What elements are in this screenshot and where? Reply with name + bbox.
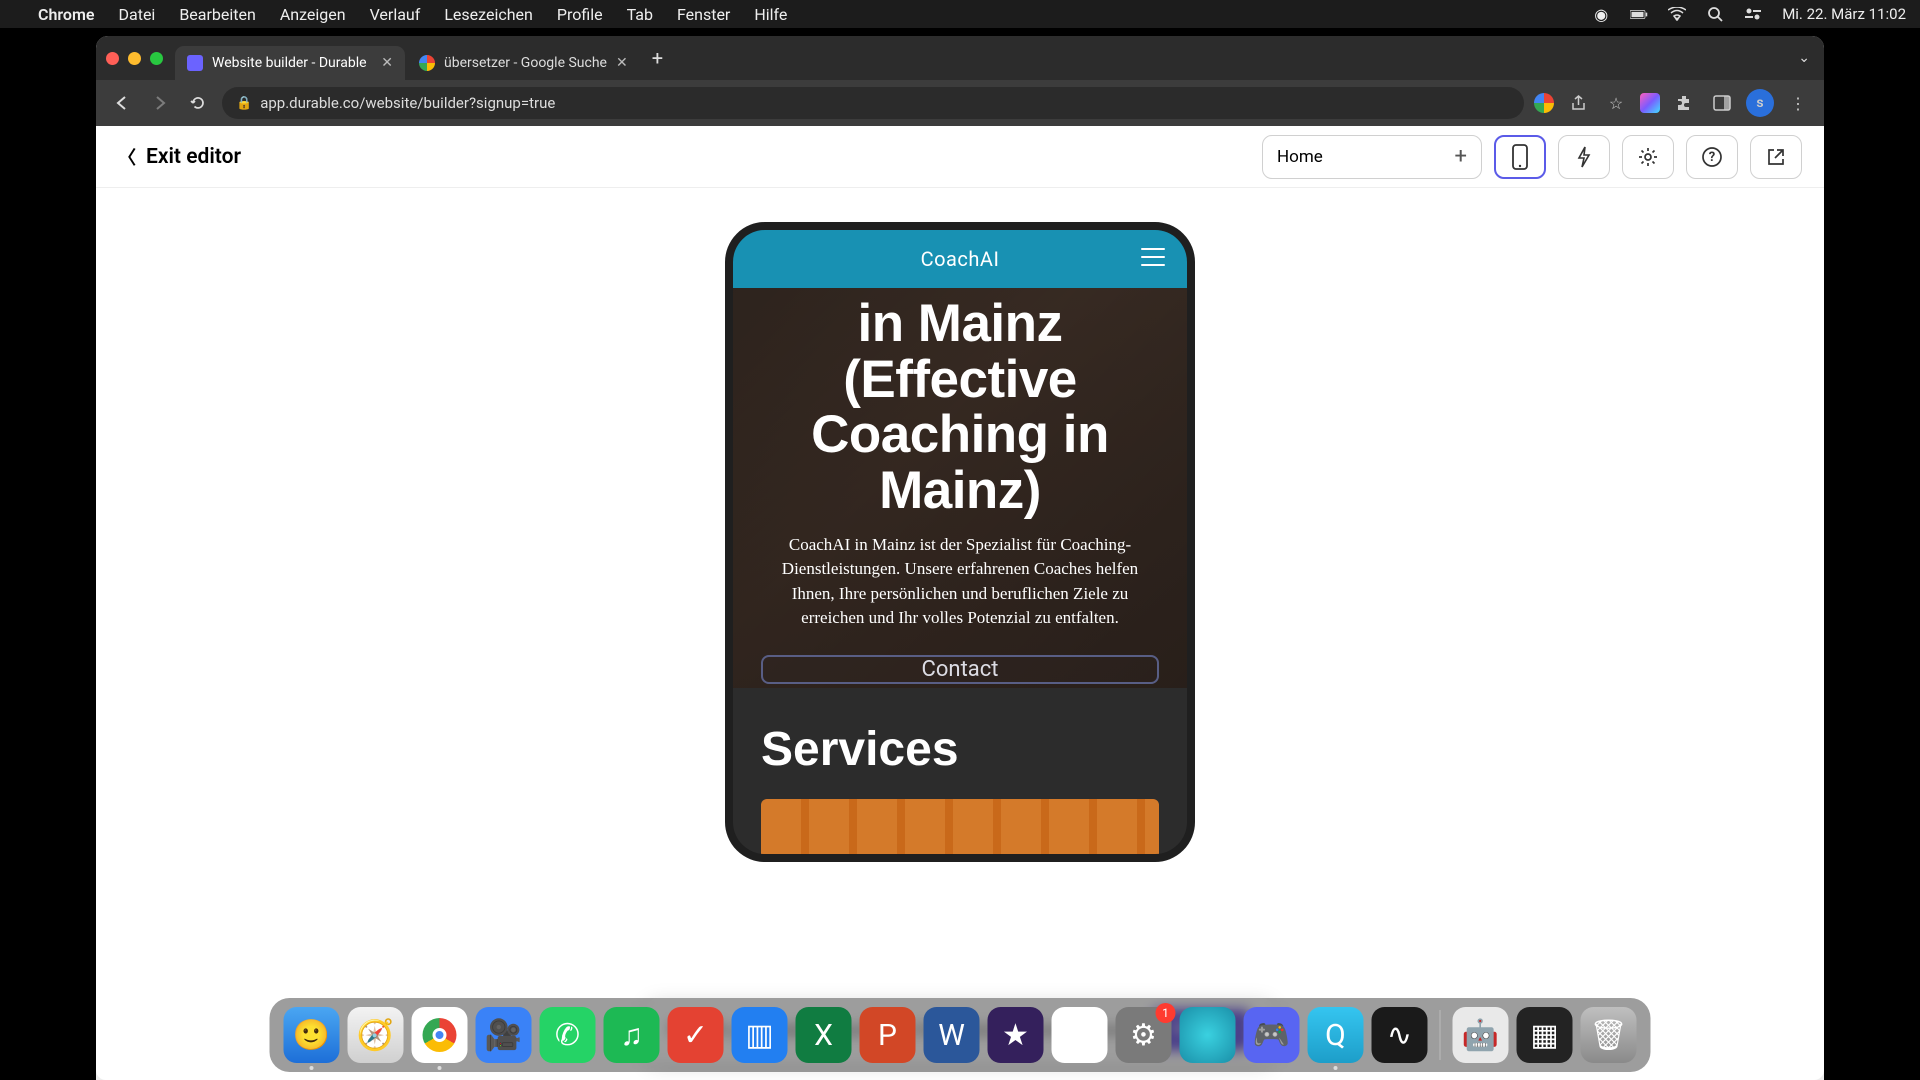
dock-word-icon[interactable]: W: [924, 1007, 980, 1063]
browser-window: Website builder - Durable ✕ übersetzer -…: [96, 36, 1824, 1080]
menu-item-history[interactable]: Verlauf: [370, 5, 421, 24]
dock-spotify-icon[interactable]: ♫: [604, 1007, 660, 1063]
mobile-preview-button[interactable]: [1494, 135, 1546, 179]
dock-powerpoint-icon[interactable]: P: [860, 1007, 916, 1063]
chrome-menu-icon[interactable]: ⋮: [1784, 89, 1812, 117]
dock-quicktime-icon[interactable]: Q: [1308, 1007, 1364, 1063]
hamburger-menu-icon[interactable]: [1141, 248, 1165, 266]
url-text: app.durable.co/website/builder?signup=tr…: [260, 94, 555, 112]
tab-title: übersetzer - Google Suche: [444, 55, 607, 71]
battery-icon[interactable]: [1630, 5, 1648, 23]
tablist-dropdown-icon[interactable]: ⌄: [1798, 50, 1810, 66]
svg-text:?: ?: [1709, 150, 1715, 165]
toolbar: 🔒 app.durable.co/website/builder?signup=…: [96, 80, 1824, 126]
tab-durable[interactable]: Website builder - Durable ✕: [175, 46, 405, 80]
close-tab-icon[interactable]: ✕: [616, 55, 628, 71]
macos-menubar: Chrome Datei Bearbeiten Anzeigen Verlauf…: [0, 0, 1920, 28]
wifi-icon[interactable]: [1668, 5, 1686, 23]
back-button[interactable]: [108, 89, 136, 117]
dock-discord-icon[interactable]: 🎮: [1244, 1007, 1300, 1063]
dock-siri-icon[interactable]: [1180, 1007, 1236, 1063]
dock-excel-icon[interactable]: X: [796, 1007, 852, 1063]
ai-lightning-button[interactable]: [1558, 135, 1610, 179]
dock-finder-icon[interactable]: 🙂: [284, 1007, 340, 1063]
page-name: Home: [1277, 147, 1323, 167]
editor-toolbar: 〈 Exit editor Home + ?: [96, 126, 1824, 188]
sidepanel-icon[interactable]: [1708, 89, 1736, 117]
extension-clickup-icon[interactable]: [1640, 93, 1660, 113]
favicon-durable: [187, 55, 203, 71]
add-page-icon[interactable]: +: [1455, 144, 1467, 169]
close-tab-icon[interactable]: ✕: [381, 55, 393, 71]
dock-folder-icon[interactable]: ▦: [1517, 1007, 1573, 1063]
address-bar[interactable]: 🔒 app.durable.co/website/builder?signup=…: [222, 87, 1524, 119]
help-button[interactable]: ?: [1686, 135, 1738, 179]
dock-whatsapp-icon[interactable]: ✆: [540, 1007, 596, 1063]
reload-button[interactable]: [184, 89, 212, 117]
tab-google-translate[interactable]: übersetzer - Google Suche ✕: [407, 46, 640, 80]
exit-editor-label: Exit editor: [146, 145, 241, 169]
dock-trello-icon[interactable]: ▥: [732, 1007, 788, 1063]
dock-todoist-icon[interactable]: ✓: [668, 1007, 724, 1063]
share-icon[interactable]: [1564, 89, 1592, 117]
dock-separator: [1440, 1010, 1441, 1060]
hero-paragraph: CoachAI in Mainz ist der Spezialist für …: [767, 533, 1153, 632]
page-selector[interactable]: Home +: [1262, 135, 1482, 179]
site-brand: CoachAI: [921, 247, 1000, 271]
profile-avatar[interactable]: s: [1746, 89, 1774, 117]
services-image-placeholder: [761, 799, 1159, 859]
services-section[interactable]: Services: [733, 688, 1187, 862]
favicon-google: [419, 55, 435, 71]
tab-title: Website builder - Durable: [212, 55, 367, 71]
menu-item-edit[interactable]: Bearbeiten: [179, 5, 256, 24]
window-controls: [106, 52, 163, 65]
close-window-button[interactable]: [106, 52, 119, 65]
dock-googledrive-icon[interactable]: △: [1052, 1007, 1108, 1063]
spotlight-icon[interactable]: [1706, 5, 1724, 23]
new-tab-button[interactable]: +: [652, 46, 663, 70]
dock-app-icon[interactable]: 🤖: [1453, 1007, 1509, 1063]
services-title: Services: [761, 722, 1159, 777]
mobile-preview-frame: CoachAI in Mainz (Effective Coaching in …: [725, 222, 1195, 862]
settings-button[interactable]: [1622, 135, 1674, 179]
editor-canvas: CoachAI in Mainz (Effective Coaching in …: [96, 188, 1824, 1080]
dock-imovie-icon[interactable]: ★: [988, 1007, 1044, 1063]
page-viewport: 〈 Exit editor Home + ?: [96, 126, 1824, 1080]
dock-zoom-icon[interactable]: 🎥: [476, 1007, 532, 1063]
chevron-left-icon: 〈: [118, 144, 136, 170]
fullscreen-window-button[interactable]: [150, 52, 163, 65]
exit-editor-button[interactable]: 〈 Exit editor: [118, 144, 241, 170]
google-account-icon[interactable]: [1534, 93, 1554, 113]
menu-item-window[interactable]: Fenster: [677, 5, 730, 24]
active-app-name[interactable]: Chrome: [38, 5, 95, 24]
dock-safari-icon[interactable]: 🧭: [348, 1007, 404, 1063]
dock-systemsettings-icon[interactable]: ⚙: [1116, 1007, 1172, 1063]
dock-voicememos-icon[interactable]: ∿: [1372, 1007, 1428, 1063]
hero-section[interactable]: in Mainz (Effective Coaching in Mainz) C…: [733, 288, 1187, 688]
extensions-icon[interactable]: [1670, 89, 1698, 117]
dock-trash-icon[interactable]: 🗑: [1581, 1007, 1637, 1063]
dock-chrome-icon[interactable]: [412, 1007, 468, 1063]
tab-strip: Website builder - Durable ✕ übersetzer -…: [96, 36, 1824, 80]
open-external-button[interactable]: [1750, 135, 1802, 179]
menu-item-help[interactable]: Hilfe: [754, 5, 787, 24]
minimize-window-button[interactable]: [128, 52, 141, 65]
menu-item-bookmarks[interactable]: Lesezeichen: [444, 5, 533, 24]
bookmark-star-icon[interactable]: ☆: [1602, 89, 1630, 117]
control-center-icon[interactable]: [1744, 5, 1762, 23]
site-navbar[interactable]: CoachAI: [733, 230, 1187, 288]
hero-headline: in Mainz (Effective Coaching in Mainz): [761, 296, 1159, 519]
menu-item-profiles[interactable]: Profile: [557, 5, 603, 24]
menu-item-view[interactable]: Anzeigen: [280, 5, 346, 24]
menu-item-tab[interactable]: Tab: [627, 5, 653, 24]
contact-button[interactable]: Contact: [761, 655, 1159, 684]
macos-dock: 🙂 🧭 🎥 ✆ ♫ ✓ ▥ X P W ★ △ ⚙ 🎮 Q ∿ 🤖 ▦ 🗑: [270, 998, 1651, 1072]
menubar-datetime[interactable]: Mi. 22. März 11:02: [1782, 5, 1906, 23]
forward-button[interactable]: [146, 89, 174, 117]
menu-item-file[interactable]: Datei: [119, 5, 156, 24]
record-icon[interactable]: ◉: [1592, 5, 1610, 23]
lock-icon: 🔒: [236, 96, 252, 111]
